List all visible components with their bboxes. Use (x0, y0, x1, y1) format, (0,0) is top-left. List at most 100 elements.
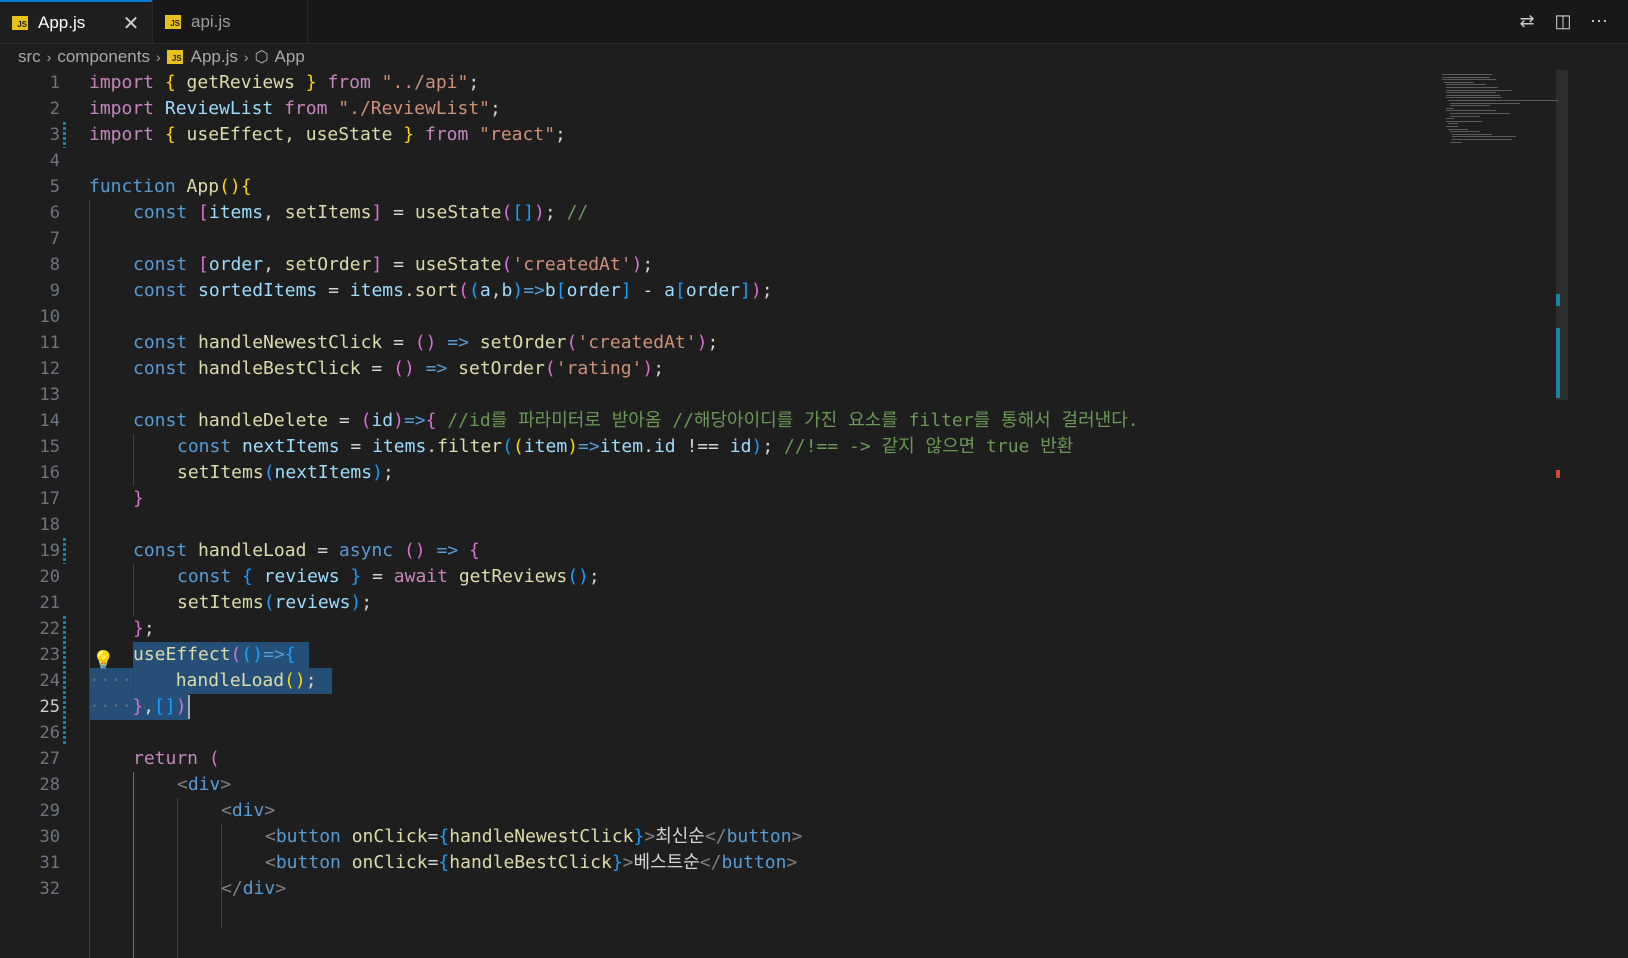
minimap-line (1448, 123, 1458, 125)
chevron-right-icon: › (46, 49, 52, 65)
editor-actions: ⇄ ◫ ⋯ (1516, 0, 1628, 43)
symbol-class-icon: ⬡ (254, 49, 269, 66)
minimap-line (1450, 141, 1462, 143)
minimap-line (1450, 131, 1480, 133)
minimap-line (1452, 139, 1512, 140)
line-number: 17 (39, 489, 60, 509)
source-control-compare-icon[interactable]: ⇄ (1516, 11, 1538, 32)
scrollbar-change-marker (1556, 294, 1560, 306)
js-file-icon: JS (12, 15, 28, 30)
js-file-icon: JS (165, 14, 181, 29)
breadcrumb-item-file[interactable]: App.js (191, 47, 238, 67)
minimap[interactable] (1440, 70, 1558, 958)
minimap-line (1442, 76, 1490, 78)
code-line: useEffect(()=>{ (133, 644, 296, 665)
line-number: 21 (39, 593, 60, 613)
whitespace-marker: ···· (89, 696, 133, 717)
breadcrumb-item-symbol[interactable]: App (275, 47, 305, 67)
code-line: <button onClick={handleNewestClick}>최신순<… (265, 826, 803, 847)
minimap-line (1452, 133, 1492, 135)
line-number: 13 (39, 385, 60, 405)
line-number: 27 (39, 749, 60, 769)
line-number: 9 (49, 281, 60, 301)
more-actions-icon[interactable]: ⋯ (1588, 11, 1610, 32)
indent-guide (133, 772, 134, 958)
line-number: 25 (39, 697, 60, 717)
minimap-line (1444, 81, 1474, 83)
minimap-line (1446, 107, 1454, 109)
modified-line-indicator (63, 122, 66, 148)
modified-line-indicator (63, 538, 66, 564)
line-number: 18 (39, 515, 60, 535)
code-line: const [items, setItems] = useState([]); … (133, 202, 589, 223)
breadcrumb-item-components[interactable]: components (57, 47, 150, 67)
code-line: const [order, setOrder] = useState('crea… (133, 254, 654, 275)
line-number: 16 (39, 463, 60, 483)
whitespace-marker: ···· (89, 670, 133, 691)
line-number: 12 (39, 359, 60, 379)
minimap-line (1450, 115, 1480, 117)
minimap-line (1446, 97, 1502, 99)
line-number: 5 (49, 177, 60, 197)
code-line: ···· handleLoad(); (89, 670, 317, 691)
minimap-line (1446, 84, 1486, 86)
minimap-line (1448, 128, 1468, 130)
code-line: <button onClick={handleBestClick}>베스트순</… (265, 852, 798, 873)
code-line: return ( (133, 748, 220, 769)
line-number: 15 (39, 437, 60, 457)
minimap-line (1450, 113, 1510, 114)
code-line: import ReviewList from "./ReviewList"; (89, 98, 501, 119)
code-line: }; (133, 618, 155, 639)
line-number: 30 (39, 827, 60, 847)
line-number: 26 (39, 723, 60, 743)
code-line: const nextItems = items.filter((item)=>i… (177, 436, 1074, 457)
breadcrumb-item-src[interactable]: src (18, 47, 41, 67)
code-line: <div> (221, 800, 276, 821)
code-line: </div> (221, 878, 287, 899)
code-line: function App(){ (89, 176, 252, 197)
code-line: const handleNewestClick = () => setOrder… (133, 332, 719, 353)
line-number: 28 (39, 775, 60, 795)
code-line: import { useEffect, useState } from "rea… (89, 124, 566, 145)
minimap-line (1448, 100, 1558, 101)
line-number: 7 (49, 229, 60, 249)
tab-label: api.js (191, 11, 231, 31)
chevron-right-icon: › (155, 49, 161, 65)
line-number: 32 (39, 879, 60, 899)
code-editor[interactable]: 1 2 3 4 5 6 7 8 9 10 11 12 13 14 15 16 17 18 19 20 21 22 23 24 2… (0, 70, 1440, 958)
line-number: 6 (49, 203, 60, 223)
breadcrumb: src › components › JS App.js › ⬡ App (18, 44, 305, 70)
indent-guide (133, 434, 134, 486)
tab-label: App.js (38, 12, 86, 32)
line-number: 2 (49, 99, 60, 119)
code-line: const handleBestClick = () => setOrder('… (133, 358, 665, 379)
tab-api-js[interactable]: JS api.js (152, 0, 308, 43)
code-line: const handleDelete = (id)=>{ //id를 파라미터로… (133, 410, 1139, 431)
line-number: 3 (49, 125, 60, 145)
minimap-line (1446, 89, 1512, 91)
line-number: 8 (49, 255, 60, 275)
code-line: import { getReviews } from "../api"; (89, 72, 480, 93)
line-number: 22 (39, 619, 60, 639)
minimap-line (1442, 79, 1496, 81)
line-number: 4 (49, 151, 60, 171)
close-icon[interactable]: ✕ (120, 11, 142, 36)
minimap-line (1450, 105, 1490, 107)
minimap-line (1446, 118, 1454, 120)
minimap-line (1450, 102, 1520, 104)
minimap-line (1446, 110, 1496, 112)
code-line: const handleLoad = async () => { (133, 540, 480, 561)
chevron-right-icon: › (243, 49, 249, 65)
vertical-scrollbar[interactable] (1556, 70, 1568, 958)
minimap-line (1446, 87, 1498, 88)
code-line: ····},[]) (89, 696, 187, 717)
indent-guide (133, 564, 134, 616)
tab-app-js[interactable]: JS App.js ✕ (0, 0, 152, 43)
line-number: 23 (39, 645, 60, 665)
split-editor-icon[interactable]: ◫ (1552, 11, 1574, 32)
minimap-line (1446, 94, 1500, 96)
modified-line-indicator (63, 616, 66, 746)
code-line: const sortedItems = items.sort((a,b)=>b[… (133, 280, 773, 301)
line-number: 20 (39, 567, 60, 587)
line-number: 14 (39, 411, 60, 431)
